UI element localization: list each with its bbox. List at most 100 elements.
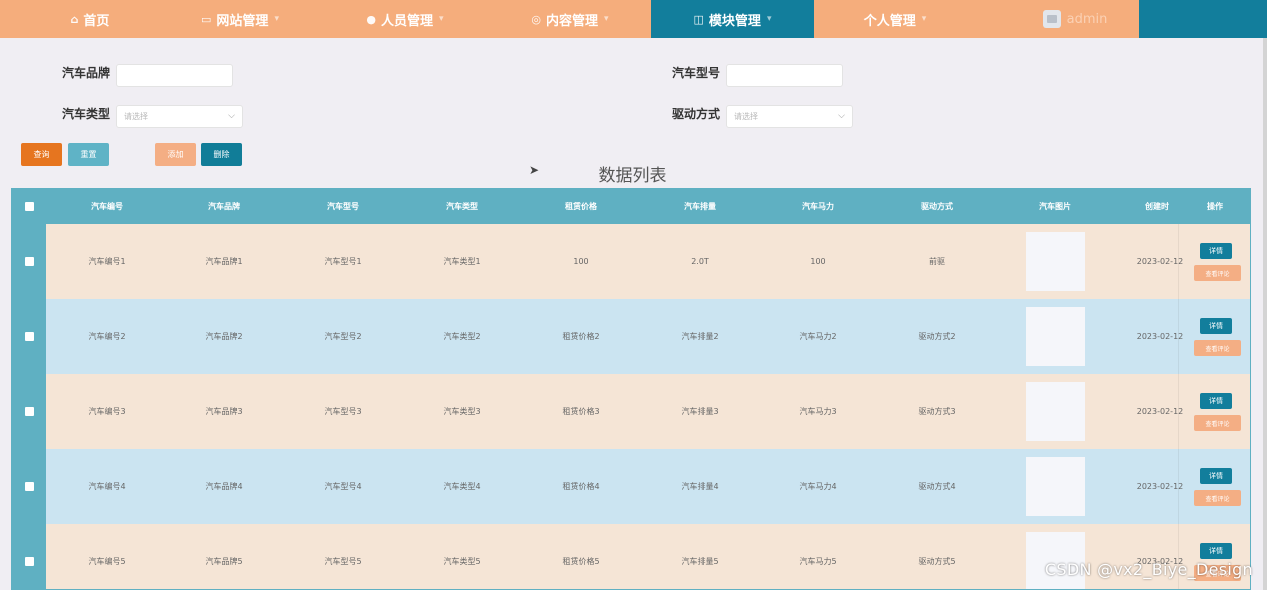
- td-car-no: 汽车编号2: [88, 332, 126, 341]
- detail-button[interactable]: 详情: [1200, 318, 1232, 334]
- scrollbar[interactable]: [1263, 38, 1267, 590]
- detail-button[interactable]: 详情: [1200, 243, 1232, 259]
- td-displacement: 汽车排量5: [681, 557, 719, 566]
- table-row: 汽车编号3 汽车品牌3 汽车型号3 汽车类型3 租赁价格3 汽车排量3 汽车马力3 驱动方式3…: [12, 374, 1250, 449]
- nav-item-label: 模块管理: [708, 13, 761, 29]
- td-type: 汽车类型5: [443, 557, 481, 566]
- chevron-down-icon: ▾: [439, 14, 444, 24]
- row-checkbox[interactable]: [25, 407, 34, 416]
- th-model: 汽车型号: [327, 202, 359, 211]
- nav-item-content[interactable]: ◎ 内容管理 ▾: [505, 0, 635, 38]
- select-all-checkbox[interactable]: [25, 202, 34, 211]
- td-displacement: 汽车排量3: [681, 407, 719, 416]
- td-drive: 前驱: [929, 257, 945, 266]
- nav-item-module[interactable]: ◫ 模块管理 ▾: [651, 0, 814, 38]
- row-checkbox[interactable]: [25, 482, 34, 491]
- td-price: 100: [573, 257, 589, 266]
- view-comments-button[interactable]: 查看评论: [1194, 490, 1241, 506]
- row-checkbox-cell: [12, 224, 46, 299]
- row-checkbox[interactable]: [25, 332, 34, 341]
- td-type: 汽车类型3: [443, 407, 481, 416]
- detail-button[interactable]: 详情: [1200, 543, 1232, 559]
- data-table: 汽车编号 汽车品牌 汽车型号 汽车类型 租赁价格 汽车排量 汽车马力 驱动方式 …: [11, 188, 1251, 590]
- nav-user[interactable]: admin: [1020, 0, 1130, 38]
- list-title: 数据列表: [598, 166, 667, 186]
- th-image: 汽车图片: [1039, 202, 1071, 211]
- chevron-down-icon: ▾: [274, 14, 279, 24]
- th-horsepower: 汽车马力: [802, 202, 834, 211]
- delete-button[interactable]: 删除: [201, 143, 242, 166]
- car-image: [1026, 382, 1085, 441]
- detail-button[interactable]: 详情: [1200, 468, 1232, 484]
- user-name: admin: [1066, 11, 1108, 27]
- home-icon: ⌂: [70, 12, 79, 26]
- nav-item-staff[interactable]: ● 人员管理 ▾: [345, 0, 465, 38]
- td-price: 租赁价格2: [562, 332, 600, 341]
- th-actions: 操作: [1207, 202, 1223, 211]
- top-nav: ⌂ 首页 ▭ 网站管理 ▾ ● 人员管理 ▾ ◎ 内容管理 ▾ ◫ 模块管理 ▾…: [0, 0, 1267, 38]
- td-car-no: 汽车编号1: [88, 257, 126, 266]
- reset-button[interactable]: 重置: [68, 143, 109, 166]
- th-displacement: 汽车排量: [684, 202, 716, 211]
- td-drive: 驱动方式5: [918, 557, 956, 566]
- row-checkbox-cell: [12, 374, 46, 449]
- nav-item-personal[interactable]: 个人管理 ▾: [830, 0, 960, 38]
- nav-item-label: 个人管理: [863, 13, 916, 29]
- view-comments-button[interactable]: 查看评论: [1194, 265, 1241, 281]
- content-icon: ◎: [531, 12, 542, 26]
- th-created: 创建时: [1145, 202, 1169, 211]
- brand-input[interactable]: [116, 64, 233, 87]
- search-button[interactable]: 查询: [21, 143, 62, 166]
- car-image: [1026, 457, 1085, 516]
- table-row: 汽车编号4 汽车品牌4 汽车型号4 汽车类型4 租赁价格4 汽车排量4 汽车马力4 驱动方式4…: [12, 449, 1250, 524]
- monitor-icon: ▭: [201, 12, 212, 26]
- row-checkbox-cell: [12, 299, 46, 374]
- td-brand: 汽车品牌1: [205, 257, 243, 266]
- row-actions: 详情 查看评论: [1178, 524, 1250, 589]
- table-row: 汽车编号2 汽车品牌2 汽车型号2 汽车类型2 租赁价格2 汽车排量2 汽车马力2 驱动方式2…: [12, 299, 1250, 374]
- type-label: 汽车类型: [62, 107, 111, 121]
- td-model: 汽车型号1: [324, 257, 362, 266]
- row-checkbox[interactable]: [25, 257, 34, 266]
- td-horsepower: 100: [810, 257, 826, 266]
- user-icon: ●: [366, 12, 377, 26]
- view-comments-button[interactable]: 查看评论: [1194, 415, 1241, 431]
- drive-select[interactable]: 请选择 ⌵: [726, 105, 853, 128]
- td-type: 汽车类型4: [443, 482, 481, 491]
- th-drive: 驱动方式: [921, 202, 953, 211]
- td-model: 汽车型号2: [324, 332, 362, 341]
- nav-item-website[interactable]: ▭ 网站管理 ▾: [180, 0, 300, 38]
- chevron-down-icon: ▾: [604, 14, 609, 24]
- td-type: 汽车类型1: [443, 257, 481, 266]
- model-input[interactable]: [726, 64, 843, 87]
- td-model: 汽车型号4: [324, 482, 362, 491]
- td-price: 租赁价格4: [562, 482, 600, 491]
- row-checkbox-cell: [12, 449, 46, 524]
- chevron-down-icon: ⌵: [838, 111, 845, 121]
- type-select[interactable]: 请选择 ⌵: [116, 105, 243, 128]
- table-header: 汽车编号 汽车品牌 汽车型号 汽车类型 租赁价格 汽车排量 汽车马力 驱动方式 …: [12, 189, 1250, 224]
- td-horsepower: 汽车马力5: [799, 557, 837, 566]
- chevron-down-icon: ▾: [921, 14, 927, 24]
- th-price: 租赁价格: [565, 202, 597, 211]
- module-icon: ◫: [693, 12, 704, 26]
- row-checkbox[interactable]: [25, 557, 34, 566]
- td-brand: 汽车品牌3: [205, 407, 243, 416]
- td-price: 租赁价格5: [562, 557, 600, 566]
- add-button[interactable]: 添加: [155, 143, 196, 166]
- nav-item-home[interactable]: ⌂ 首页: [50, 0, 130, 38]
- td-type: 汽车类型2: [443, 332, 481, 341]
- th-brand: 汽车品牌: [208, 202, 240, 211]
- drive-select-placeholder: 请选择: [734, 112, 758, 121]
- td-car-no: 汽车编号4: [88, 482, 126, 491]
- detail-button[interactable]: 详情: [1200, 393, 1232, 409]
- row-actions: 详情 查看评论: [1178, 299, 1250, 374]
- nav-tail: [1139, 0, 1267, 38]
- td-car-no: 汽车编号5: [88, 557, 126, 566]
- td-brand: 汽车品牌2: [205, 332, 243, 341]
- brand-label: 汽车品牌: [62, 66, 111, 80]
- view-comments-button[interactable]: 查看评论: [1194, 340, 1241, 356]
- td-model: 汽车型号3: [324, 407, 362, 416]
- td-brand: 汽车品牌4: [205, 482, 243, 491]
- row-actions: 详情 查看评论: [1178, 224, 1250, 299]
